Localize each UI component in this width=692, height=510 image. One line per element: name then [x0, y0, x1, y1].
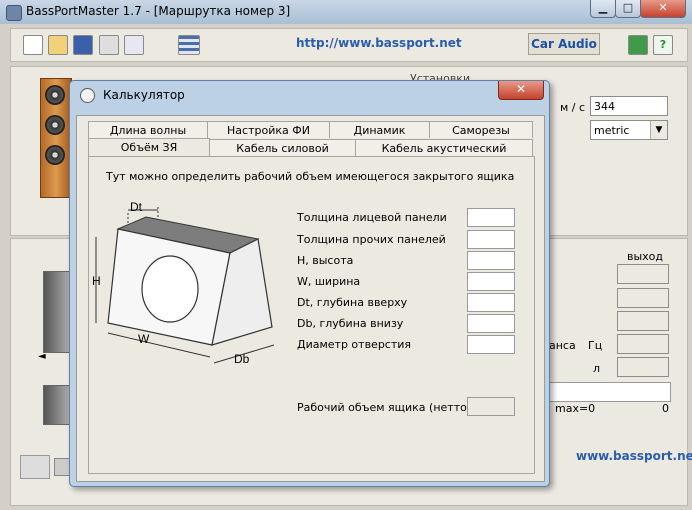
toolbar: http://www.bassport.net Car Audio ? — [10, 28, 688, 62]
main-title-bar: BassPortMaster 1.7 - [Маршрутка номер 3]… — [0, 0, 692, 24]
tab-power-cable[interactable]: Кабель силовой — [209, 139, 356, 156]
tab-screws[interactable]: Саморезы — [429, 121, 533, 138]
output-box-3 — [617, 311, 669, 331]
tab-port-tuning[interactable]: Настройка ФИ — [207, 121, 330, 138]
tab-box-volume[interactable]: Объём ЗЯ — [88, 138, 210, 157]
hole-diameter-input[interactable] — [467, 335, 515, 354]
speaker-hole — [141, 255, 199, 323]
dialog-title-bar: Калькулятор ✕ — [70, 81, 549, 108]
bottom-website-link[interactable]: www.bassport.net — [576, 449, 692, 463]
dialog-close-button[interactable]: ✕ — [498, 81, 544, 100]
small-view-icon[interactable] — [20, 455, 50, 479]
field-label-width: W, ширина — [297, 275, 361, 288]
width-input[interactable] — [467, 272, 515, 291]
depth-bottom-input[interactable] — [467, 314, 515, 333]
field-label-depth-bottom: Db, глубина внизу — [297, 317, 404, 330]
sound-unit-label: м / с — [560, 101, 586, 114]
tab-speaker-cable[interactable]: Кабель акустический — [355, 139, 533, 156]
maximize-button[interactable]: □ — [615, 0, 641, 18]
box-diagram: Dt H W Db — [92, 200, 275, 366]
open-folder-icon[interactable] — [48, 35, 68, 55]
output-box-1 — [617, 264, 669, 284]
car-audio-button[interactable]: Car Audio — [528, 33, 600, 55]
dt-label: Dt — [130, 200, 143, 214]
arrow-left-icon: ◄ — [38, 351, 46, 362]
db-label: Db — [234, 352, 250, 366]
max-label: max=0 — [555, 402, 596, 415]
chevron-down-icon: ▼ — [650, 121, 667, 139]
field-label-other-thickness: Толщина прочих панелей — [297, 233, 446, 246]
result-label: Рабочий объем ящика (нетто), л — [297, 401, 486, 414]
save-icon[interactable] — [73, 35, 93, 55]
units-select[interactable]: metric ▼ — [590, 120, 668, 140]
cut-icon[interactable] — [124, 35, 144, 55]
zero-label: 0 — [662, 402, 669, 415]
output-box-4 — [617, 334, 669, 354]
website-link[interactable]: http://www.bassport.net — [296, 36, 462, 50]
front-thickness-input[interactable] — [467, 208, 515, 227]
speaker-port-icon[interactable] — [54, 458, 70, 476]
resonance-label: анса — [549, 339, 576, 352]
speaker-image — [40, 78, 72, 198]
h-label: H — [92, 274, 101, 288]
hz-label: Гц — [588, 339, 603, 352]
field-label-height: H, высота — [297, 254, 354, 267]
tab-driver[interactable]: Динамик — [329, 121, 430, 138]
field-label-front-thickness: Толщина лицевой панели — [297, 211, 447, 224]
new-file-icon[interactable] — [23, 35, 43, 55]
sound-speed-input[interactable]: 344 — [590, 96, 668, 116]
progress-bar — [548, 382, 671, 402]
l-label: л — [593, 362, 601, 375]
close-button[interactable]: ✕ — [640, 0, 686, 18]
calculator-app-icon — [80, 88, 95, 103]
units-value: metric — [594, 124, 630, 137]
notes-icon[interactable] — [628, 35, 648, 55]
field-label-hole-diameter: Диаметр отверстия — [297, 338, 412, 351]
help-icon[interactable]: ? — [653, 35, 673, 55]
height-input[interactable] — [467, 251, 515, 270]
output-header: выход — [627, 250, 664, 263]
field-label-depth-top: Dt, глубина вверху — [297, 296, 408, 309]
app-icon — [6, 5, 22, 21]
minimize-button[interactable]: ▁ — [590, 0, 616, 18]
w-label: W — [138, 332, 150, 346]
print-icon[interactable] — [99, 35, 119, 55]
calculator-icon[interactable] — [178, 35, 200, 55]
result-output — [467, 397, 515, 416]
output-box-2 — [617, 288, 669, 308]
depth-top-input[interactable] — [467, 293, 515, 312]
other-thickness-input[interactable] — [467, 230, 515, 249]
dialog-title: Калькулятор — [103, 88, 185, 102]
tab-wavelength[interactable]: Длина волны — [88, 121, 208, 138]
window-title: BassPortMaster 1.7 - [Маршрутка номер 3] — [26, 4, 291, 18]
description-text: Тут можно определить рабочий объем имеющ… — [106, 170, 515, 183]
output-box-5 — [617, 357, 669, 377]
